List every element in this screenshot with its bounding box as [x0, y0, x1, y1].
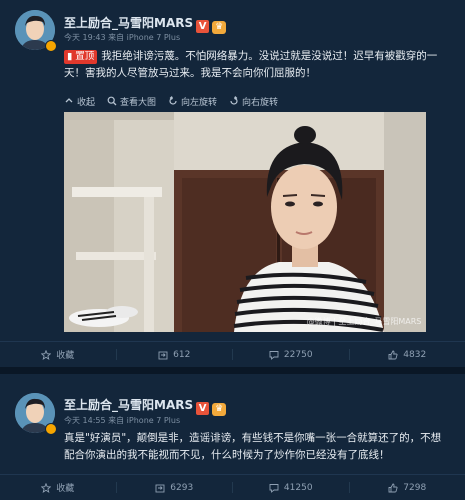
comment-icon [269, 483, 279, 493]
view-large-label: 查看大图 [120, 97, 157, 108]
rotate-left-icon [169, 96, 177, 105]
comment-icon [269, 350, 279, 360]
username-row[interactable]: 至上励合_马雪阳MARS V ♛ [64, 14, 227, 34]
post-actions: 收藏 6293 41250 7298 [0, 474, 465, 500]
favorite-label: 收藏 [56, 484, 75, 494]
like-count: 7298 [403, 482, 427, 493]
repost-count: 6293 [170, 482, 194, 493]
rotate-left-label: 向左旋转 [181, 97, 218, 108]
rotate-right-button[interactable]: 向右旋转 [229, 95, 278, 108]
username[interactable]: 至上励合_马雪阳MARS [64, 16, 193, 30]
rotate-left-button[interactable]: 向左旋转 [168, 95, 217, 108]
post-meta[interactable]: 今天 14:55 来自 iPhone 7 Plus [64, 415, 180, 426]
vip-v-icon: V [196, 402, 210, 415]
comment-count: 41250 [283, 482, 313, 493]
photo-watermark: @微博 | 至上励合_马雪阳MARS [307, 316, 422, 326]
view-large-button[interactable]: 查看大图 [107, 95, 156, 108]
weibo-post: 至上励合_马雪阳MARS V ♛ 今天 14:55 来自 iPhone 7 Plus… [0, 374, 465, 500]
like-count: 4832 [403, 349, 427, 360]
favorite-button[interactable]: 收藏 [0, 475, 116, 500]
star-icon [41, 482, 52, 493]
like-button[interactable]: 4832 [350, 342, 465, 367]
thumbs-up-icon [388, 483, 398, 492]
rotate-right-icon [230, 96, 238, 105]
post-body: 真是"好演员"，颠倒是非，造谣诽谤，有些钱不是你嘴一张一合就算还了的，不想配合你… [64, 432, 442, 461]
post-text: ▮ 置顶 我拒绝诽谤污蔑。不怕网络暴力。没说过就是没说过！迟早有被戳穿的一天！害我… [64, 48, 451, 82]
comment-count: 22750 [283, 349, 313, 360]
weibo-feed: 至上励合_马雪阳MARS V ♛ 今天 19:43 来自 iPhone 7 Plus… [0, 0, 465, 500]
feed-gap [0, 367, 465, 374]
rotate-right-label: 向右旋转 [242, 97, 279, 108]
favorite-button[interactable]: 收藏 [0, 342, 116, 367]
favorite-label: 收藏 [56, 351, 75, 361]
post-actions: 收藏 612 22750 4832 [0, 341, 465, 367]
crown-icon: ♛ [212, 21, 227, 34]
like-button[interactable]: 7298 [350, 475, 465, 500]
repost-icon [158, 351, 168, 359]
magnifier-icon [107, 96, 117, 106]
post-photo[interactable]: @微博 | 至上励合_马雪阳MARS [64, 112, 426, 332]
collapse-label: 收起 [77, 97, 96, 108]
collapse-icon [65, 98, 73, 103]
pinned-badge: ▮ 置顶 [64, 50, 98, 64]
thumbs-up-icon [388, 350, 398, 359]
repost-button[interactable]: 6293 [117, 475, 233, 500]
collapse-button[interactable]: 收起 [64, 95, 95, 108]
image-toolbar: 收起 查看大图 向左旋转 向右旋转 [64, 92, 278, 110]
verified-badge-icon [45, 423, 57, 435]
repost-icon [155, 484, 165, 492]
pin-label: 置顶 [75, 51, 95, 62]
verified-badge-icon [45, 40, 57, 52]
crown-icon: ♛ [212, 403, 227, 416]
pin-icon: ▮ [67, 51, 73, 62]
star-icon [41, 349, 52, 360]
username-row[interactable]: 至上励合_马雪阳MARS V ♛ [64, 396, 227, 416]
comment-button[interactable]: 41250 [233, 475, 349, 500]
repost-count: 612 [173, 349, 191, 360]
post-body: 我拒绝诽谤污蔑。不怕网络暴力。没说过就是没说过！迟早有被戳穿的一天！害我的人尽管… [64, 50, 438, 79]
vip-v-icon: V [196, 20, 210, 33]
comment-button[interactable]: 22750 [233, 342, 349, 367]
weibo-post: 至上励合_马雪阳MARS V ♛ 今天 19:43 来自 iPhone 7 Plus… [0, 0, 465, 367]
repost-button[interactable]: 612 [117, 342, 233, 367]
post-meta[interactable]: 今天 19:43 来自 iPhone 7 Plus [64, 32, 180, 43]
username[interactable]: 至上励合_马雪阳MARS [64, 398, 193, 412]
